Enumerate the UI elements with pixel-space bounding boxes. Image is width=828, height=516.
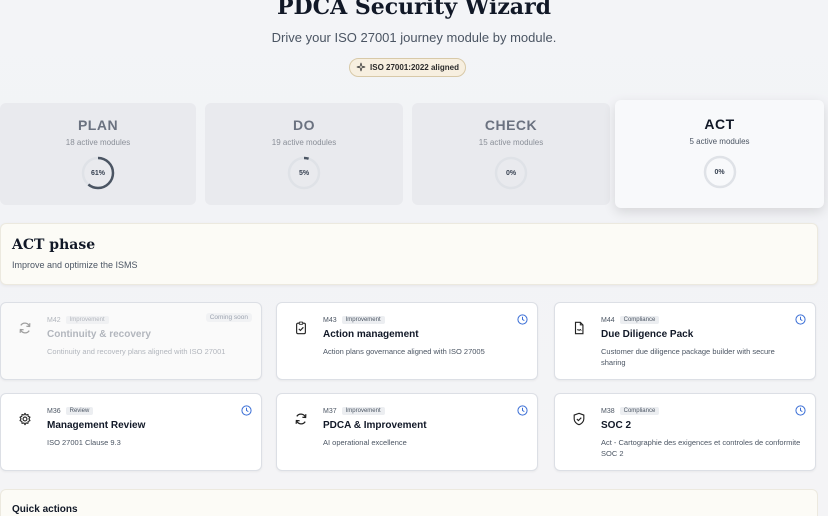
phase-name: DO [293,117,315,133]
page-title: PDCA Security Wizard [276,0,552,20]
module-tag: Improvement [65,316,109,324]
module-tag: Improvement [341,316,385,324]
progress-ring: 0% [702,154,738,190]
phase-detail-description: Improve and optimize the ISMS [12,260,138,270]
quick-actions-panel: Quick actions [0,489,818,516]
module-description: Act - Cartographie des exigences et cont… [601,438,801,458]
document-sign-icon [572,321,586,335]
coming-soon-badge: Coming soon [205,313,252,322]
progress-ring: 0% [493,155,529,191]
sparkle-icon [356,62,366,74]
module-title: Due Diligence Pack [601,329,694,340]
progress-ring: 5% [286,155,322,191]
module-card-m44[interactable]: M44 Compliance Due Diligence Pack Custom… [554,302,816,380]
module-title: SOC 2 [601,420,632,431]
module-tag: Compliance [619,407,660,415]
phase-card-act[interactable]: ACT 5 active modules 0% [615,100,824,208]
module-title: PDCA & Improvement [323,420,427,431]
module-tag: Review [65,407,94,415]
phase-name: PLAN [77,117,119,133]
page-subtitle: Drive your ISO 27001 journey module by m… [271,30,557,45]
module-description: Customer due diligence package builder w… [601,347,775,367]
phase-card-plan[interactable]: PLAN 18 active modules 61% [0,103,196,205]
shield-check-icon [572,412,586,426]
quick-actions-title: Quick actions [12,504,78,515]
module-code: M38 [601,407,615,415]
refresh-icon [18,321,32,335]
refresh-icon [294,412,308,426]
module-card-m43[interactable]: M43 Improvement Action management Action… [276,302,538,380]
phase-detail-title: ACT phase [12,237,96,253]
clock-icon [795,312,806,325]
module-code: M37 [323,407,337,415]
phase-module-count: 15 active modules [478,138,544,147]
module-code: M36 [47,407,61,415]
phase-name: CHECK [484,117,538,133]
phase-module-count: 18 active modules [65,138,131,147]
module-card-m37[interactable]: M37 Improvement PDCA & Improvement AI op… [276,393,538,471]
clock-icon [517,403,528,416]
module-description: Action plans governance aligned with ISO… [323,347,485,356]
module-card-m38[interactable]: M38 Compliance SOC 2 Act - Cartographie … [554,393,816,471]
progress-label: 0% [714,168,725,176]
clock-icon [517,312,528,325]
phase-name: ACT [704,116,735,132]
clock-icon [241,403,252,416]
module-description: ISO 27001 Clause 9.3 [47,438,121,447]
module-tag: Improvement [341,407,385,415]
clock-icon [795,403,806,416]
module-card-m42: M42 Improvement Continuity & recovery Co… [0,302,262,380]
progress-label: 5% [298,169,310,177]
module-code: M43 [323,316,337,324]
gear-icon [18,412,32,426]
phase-module-count: 5 active modules [689,137,750,146]
iso-badge-label: ISO 27001:2022 aligned [370,63,459,72]
module-title: Management Review [47,420,146,431]
phase-detail-panel: ACT phase Improve and optimize the ISMS [0,223,818,285]
phase-card-check[interactable]: CHECK 15 active modules 0% [412,103,610,205]
module-code: M42 [47,316,61,324]
phase-module-count: 19 active modules [271,138,337,147]
progress-label: 61% [90,169,105,177]
clipboard-check-icon [294,321,308,335]
phase-card-do[interactable]: DO 19 active modules 5% [205,103,403,205]
module-tag: Compliance [619,316,660,324]
module-description: Continuity and recovery plans aligned wi… [47,347,226,356]
module-title: Continuity & recovery [47,329,151,340]
progress-label: 0% [505,169,517,177]
module-description: AI operational excellence [323,438,407,447]
iso-badge: ISO 27001:2022 aligned [349,58,466,77]
module-card-m36[interactable]: M36 Review Management Review ISO 27001 C… [0,393,262,471]
module-title: Action management [323,329,419,340]
module-code: M44 [601,316,615,324]
progress-ring: 61% [80,155,116,191]
